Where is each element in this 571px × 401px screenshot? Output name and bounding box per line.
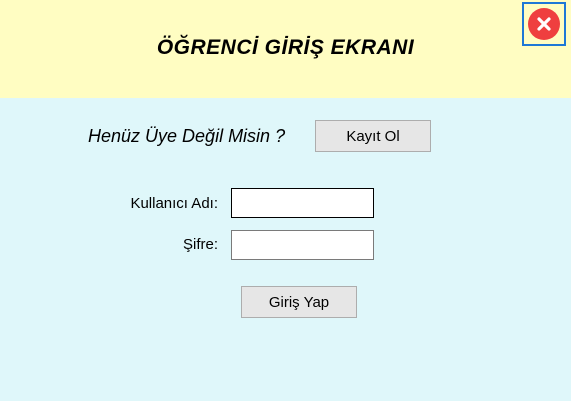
username-label: Kullanıcı Adı: [130, 195, 218, 212]
password-input[interactable] [231, 230, 374, 260]
close-icon [528, 8, 560, 40]
page-title: ÖĞRENCİ GİRİŞ EKRANI [156, 36, 415, 59]
register-button[interactable]: Kayıt Ol [315, 120, 431, 152]
header-panel: ÖĞRENCİ GİRİŞ EKRANI [0, 0, 571, 98]
close-button[interactable] [522, 2, 566, 46]
login-button[interactable]: Giriş Yap [241, 286, 357, 318]
username-input[interactable] [231, 188, 374, 218]
password-label: Şifre: [182, 236, 218, 253]
login-window: ÖĞRENCİ GİRİŞ EKRANI Henüz Üye Değil Mis… [0, 0, 571, 401]
register-prompt: Henüz Üye Değil Misin ? [88, 126, 286, 146]
